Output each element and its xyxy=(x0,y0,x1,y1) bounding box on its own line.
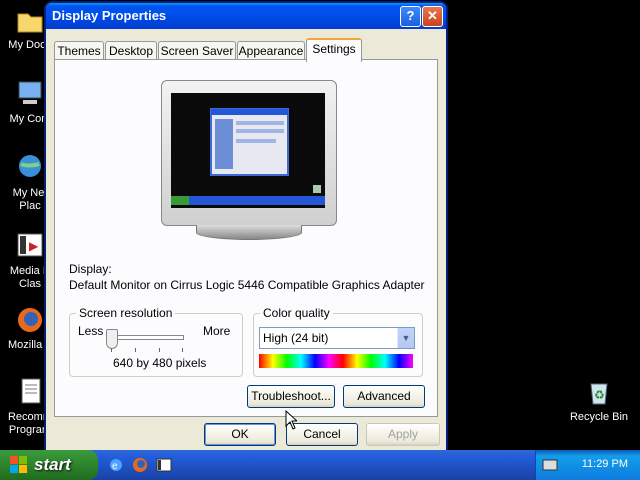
document-icon xyxy=(14,376,46,408)
svg-text:▶: ▶ xyxy=(29,239,39,253)
display-properties-window: Display Properties ? ✕ Themes Desktop Sc… xyxy=(45,2,447,451)
network-icon xyxy=(14,152,46,184)
apply-button[interactable]: Apply xyxy=(366,423,440,446)
help-button[interactable]: ? xyxy=(400,6,421,27)
title-bar[interactable]: Display Properties ? ✕ xyxy=(46,3,446,29)
desktop-icon-label: Recycle Bin xyxy=(569,411,629,423)
color-quality-select[interactable]: High (24 bit) ▼ xyxy=(259,327,415,349)
svg-text:♻: ♻ xyxy=(594,388,605,402)
display-adapter-name: Default Monitor on Cirrus Logic 5446 Com… xyxy=(69,278,425,292)
tab-themes[interactable]: Themes xyxy=(54,41,104,60)
color-quality-value: High (24 bit) xyxy=(263,331,329,345)
resolution-less-label: Less xyxy=(78,324,104,338)
color-quality-title: Color quality xyxy=(260,306,333,320)
color-quality-group: Color quality High (24 bit) ▼ xyxy=(253,306,423,377)
desktop-icon-recycle-bin[interactable]: ♻ Recycle Bin xyxy=(563,376,635,424)
screen-resolution-title: Screen resolution xyxy=(76,306,176,320)
slider-tick xyxy=(135,348,136,352)
window-title: Display Properties xyxy=(52,8,167,23)
tab-appearance[interactable]: Appearance xyxy=(237,41,305,60)
monitor-preview xyxy=(161,80,337,240)
close-icon: ✕ xyxy=(427,8,438,23)
tab-desktop[interactable]: Desktop xyxy=(105,41,157,60)
computer-icon xyxy=(14,78,46,110)
tab-screen-saver[interactable]: Screen Saver xyxy=(158,41,236,60)
folder-icon xyxy=(14,4,46,36)
media-player-icon[interactable] xyxy=(156,457,172,473)
chevron-down-icon[interactable]: ▼ xyxy=(397,328,414,348)
advanced-button[interactable]: Advanced xyxy=(343,385,425,408)
slider-tick xyxy=(111,348,112,352)
monitor-screen xyxy=(171,93,325,208)
resolution-value: 640 by 480 pixels xyxy=(113,356,207,370)
slider-tick xyxy=(159,348,160,352)
display-label: Display: xyxy=(69,262,112,276)
tab-settings[interactable]: Settings xyxy=(306,38,362,62)
slider-tick xyxy=(182,348,183,352)
clock[interactable]: 11:29 PM xyxy=(582,458,628,470)
resolution-more-label: More xyxy=(203,324,231,338)
ie-icon[interactable]: e xyxy=(108,457,124,473)
start-label: start xyxy=(34,455,71,474)
troubleshoot-button[interactable]: Troubleshoot... xyxy=(247,385,335,408)
start-button[interactable]: start xyxy=(0,450,98,480)
firefox-icon xyxy=(14,304,46,336)
ok-button[interactable]: OK xyxy=(204,423,276,446)
svg-text:e: e xyxy=(112,461,118,472)
settings-panel: Display: Default Monitor on Cirrus Logic… xyxy=(54,59,438,417)
color-spectrum-bar xyxy=(259,354,413,368)
monitor-stand xyxy=(196,225,302,240)
media-player-icon: ▶ xyxy=(14,230,46,262)
mouse-cursor-icon xyxy=(285,410,297,430)
recycle-bin-icon: ♻ xyxy=(583,376,615,408)
network-tray-icon[interactable] xyxy=(542,458,558,472)
firefox-icon[interactable] xyxy=(132,457,148,473)
system-tray: 11:29 PM xyxy=(535,450,640,480)
windows-logo-icon xyxy=(10,456,27,473)
resolution-slider-track[interactable] xyxy=(110,335,184,340)
screen-resolution-group: Screen resolution Less More 640 by 480 p… xyxy=(69,306,243,377)
resolution-slider-thumb[interactable] xyxy=(106,329,118,349)
taskbar: start e 11:29 PM xyxy=(0,450,640,480)
help-icon: ? xyxy=(406,8,415,23)
desktop-preview-icon xyxy=(171,108,325,205)
close-button[interactable]: ✕ xyxy=(422,6,443,27)
